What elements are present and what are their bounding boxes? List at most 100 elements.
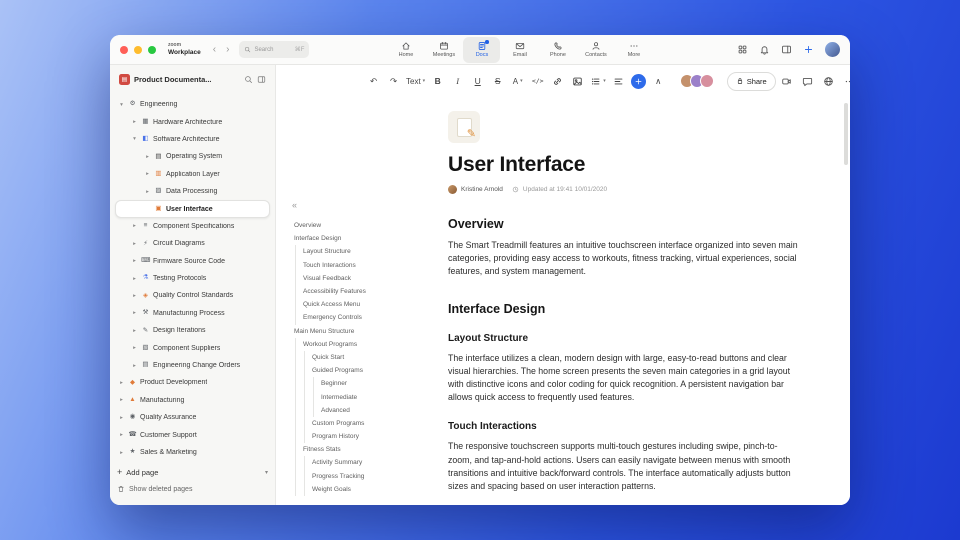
- sidebar-item-hardware-architecture[interactable]: ▸ ▦ Hardware Architecture: [115, 113, 270, 130]
- outline-item-quick-access-menu[interactable]: Quick Access Menu: [292, 298, 424, 312]
- chevron-down-icon[interactable]: ▾: [131, 136, 138, 142]
- tab-meetings[interactable]: Meetings: [425, 37, 462, 63]
- strikethrough-button[interactable]: S: [490, 73, 505, 90]
- sidebar-item-software-architecture[interactable]: ▾ ◧ Software Architecture: [115, 131, 270, 148]
- tab-docs[interactable]: Docs: [463, 36, 501, 63]
- sidebar-item-quality-assurance[interactable]: ▸ ◉ Quality Assurance: [115, 409, 270, 426]
- outline-item-weight-goals[interactable]: Weight Goals: [292, 482, 424, 496]
- chevron-right-icon[interactable]: ▸: [131, 363, 138, 369]
- text-color-select[interactable]: A ▾: [510, 73, 525, 90]
- sidebar-item-product-development[interactable]: ▸ ◆ Product Development: [115, 374, 270, 391]
- chevron-right-icon[interactable]: ▸: [118, 380, 125, 386]
- minimize-window-button[interactable]: [134, 45, 142, 54]
- outline-item-quick-start[interactable]: Quick Start: [292, 350, 424, 365]
- share-button[interactable]: Share: [726, 71, 776, 91]
- text-style-select[interactable]: Text ▾: [406, 73, 425, 90]
- sidebar-item-manufacturing[interactable]: ▸ ▲ Manufacturing: [115, 392, 270, 409]
- sidebar-search-icon[interactable]: [244, 75, 253, 84]
- outline-item-beginner[interactable]: Beginner: [292, 377, 424, 391]
- sidebar-item-engineering-change-orders[interactable]: ▸ ▤ Engineering Change Orders: [115, 357, 270, 374]
- forward-button[interactable]: ›: [226, 44, 229, 55]
- chevron-right-icon[interactable]: ▸: [144, 154, 151, 160]
- chevron-right-icon[interactable]: ▸: [118, 415, 125, 421]
- sidebar-item-operating-system[interactable]: ▸ ▤ Operating System: [115, 148, 270, 165]
- chevron-right-icon[interactable]: ▸: [118, 397, 125, 403]
- sidebar-item-component-suppliers[interactable]: ▸ ▧ Component Suppliers: [115, 339, 270, 356]
- chevron-right-icon[interactable]: ▸: [144, 189, 151, 195]
- outline-item-interface-design[interactable]: Interface Design: [292, 232, 424, 245]
- sidebar-item-data-processing[interactable]: ▸ ▨ Data Processing: [115, 183, 270, 200]
- chevron-right-icon[interactable]: ▸: [118, 432, 125, 438]
- outline-item-touch-interactions[interactable]: Touch Interactions: [292, 258, 424, 272]
- sidebar-item-user-interface[interactable]: ▣ User Interface: [115, 200, 270, 218]
- chevron-right-icon[interactable]: ▸: [131, 345, 138, 351]
- link-button[interactable]: [550, 73, 565, 90]
- add-new-icon[interactable]: [803, 44, 814, 55]
- outline-item-workout-programs[interactable]: Workout Programs: [292, 337, 424, 351]
- user-avatar[interactable]: [825, 42, 840, 57]
- comments-icon[interactable]: [802, 76, 813, 87]
- scrollbar-thumb[interactable]: [844, 103, 848, 165]
- outline-item-emergency-controls[interactable]: Emergency Controls: [292, 311, 424, 325]
- redo-button[interactable]: ↷: [386, 73, 401, 90]
- outline-item-overview[interactable]: Overview: [292, 219, 424, 232]
- image-button[interactable]: [570, 73, 585, 90]
- tab-email[interactable]: Email: [501, 37, 538, 63]
- outline-item-visual-feedback[interactable]: Visual Feedback: [292, 271, 424, 285]
- collaborator-avatar[interactable]: [699, 74, 714, 88]
- outline-item-fitness-stats[interactable]: Fitness Stats: [292, 443, 424, 457]
- sidebar-item-circuit-diagrams[interactable]: ▸ ⚡ Circuit Diagrams: [115, 235, 270, 252]
- outline-item-advanced[interactable]: Advanced: [292, 403, 424, 417]
- list-button[interactable]: ▾: [590, 73, 606, 90]
- collapse-toolbar-button[interactable]: ∧: [651, 73, 666, 90]
- tab-more[interactable]: More: [615, 37, 652, 63]
- tab-home[interactable]: Home: [387, 37, 424, 63]
- align-button[interactable]: [611, 73, 626, 90]
- sidebar-item-quality-control-standards[interactable]: ▸ ◈ Quality Control Standards: [115, 287, 270, 304]
- chevron-right-icon[interactable]: ▸: [131, 241, 138, 247]
- show-deleted-pages-button[interactable]: Show deleted pages: [117, 481, 268, 497]
- chevron-down-icon[interactable]: ▾: [265, 469, 268, 476]
- chevron-down-icon[interactable]: ▾: [118, 102, 125, 108]
- chevron-right-icon[interactable]: ▸: [131, 276, 138, 282]
- sidebar-item-design-iterations[interactable]: ▸ ✎ Design Iterations: [115, 322, 270, 339]
- notifications-bell-icon[interactable]: [759, 44, 770, 55]
- outline-item-main-menu-structure[interactable]: Main Menu Structure: [292, 325, 424, 338]
- tab-phone[interactable]: Phone: [539, 37, 576, 63]
- panel-toggle-icon[interactable]: [781, 44, 792, 55]
- sidebar-item-firmware-source-code[interactable]: ▸ ⌨ Firmware Source Code: [115, 253, 270, 270]
- undo-button[interactable]: ↶: [366, 73, 381, 90]
- back-button[interactable]: ‹: [213, 44, 216, 55]
- outline-item-progress-tracking[interactable]: Progress Tracking: [292, 469, 424, 483]
- sidebar-collapse-icon[interactable]: [257, 75, 266, 84]
- global-search-input[interactable]: Search ⌘F: [239, 41, 310, 58]
- chevron-right-icon[interactable]: ▸: [131, 223, 138, 229]
- chevron-right-icon[interactable]: ▸: [131, 310, 138, 316]
- outline-item-custom-programs[interactable]: Custom Programs: [292, 416, 424, 430]
- chevron-right-icon[interactable]: ▸: [131, 293, 138, 299]
- outline-item-accessibility-features[interactable]: Accessibility Features: [292, 284, 424, 299]
- document-emoji-icon[interactable]: ✎: [448, 111, 480, 143]
- sidebar-item-customer-support[interactable]: ▸ ☎ Customer Support: [115, 426, 270, 443]
- bold-button[interactable]: B: [430, 73, 445, 90]
- sidebar-item-engineering[interactable]: ▾ ⚙ Engineering: [115, 96, 270, 113]
- chevron-right-icon[interactable]: ▸: [118, 450, 125, 456]
- underline-button[interactable]: U: [470, 73, 485, 90]
- chevron-right-icon[interactable]: ▸: [144, 171, 151, 177]
- chevron-right-icon[interactable]: ▸: [131, 328, 138, 334]
- video-camera-icon[interactable]: [781, 76, 792, 87]
- sidebar-item-component-specifications[interactable]: ▸ ≡ Component Specifications: [115, 218, 270, 235]
- inline-code-button[interactable]: </>: [530, 73, 545, 90]
- sidebar-item-testing-protocols[interactable]: ▸ ⚗ Testing Protocols: [115, 270, 270, 287]
- outline-collapse-button[interactable]: «: [292, 201, 424, 210]
- add-page-button[interactable]: + Add page ▾: [117, 463, 268, 481]
- sidebar-item-sales-marketing[interactable]: ▸ ★ Sales & Marketing: [115, 444, 270, 461]
- publish-web-icon[interactable]: [823, 76, 834, 87]
- sidebar-item-application-layer[interactable]: ▸ ▥ Application Layer: [115, 166, 270, 183]
- close-window-button[interactable]: [120, 45, 128, 54]
- outline-item-activity-summary[interactable]: Activity Summary: [292, 456, 424, 470]
- sidebar-item-manufacturing-process[interactable]: ▸ ⚒ Manufacturing Process: [115, 305, 270, 322]
- outline-item-layout-structure[interactable]: Layout Structure: [292, 245, 424, 259]
- outline-item-program-history[interactable]: Program History: [292, 430, 424, 444]
- outline-item-guided-programs[interactable]: Guided Programs: [292, 364, 424, 378]
